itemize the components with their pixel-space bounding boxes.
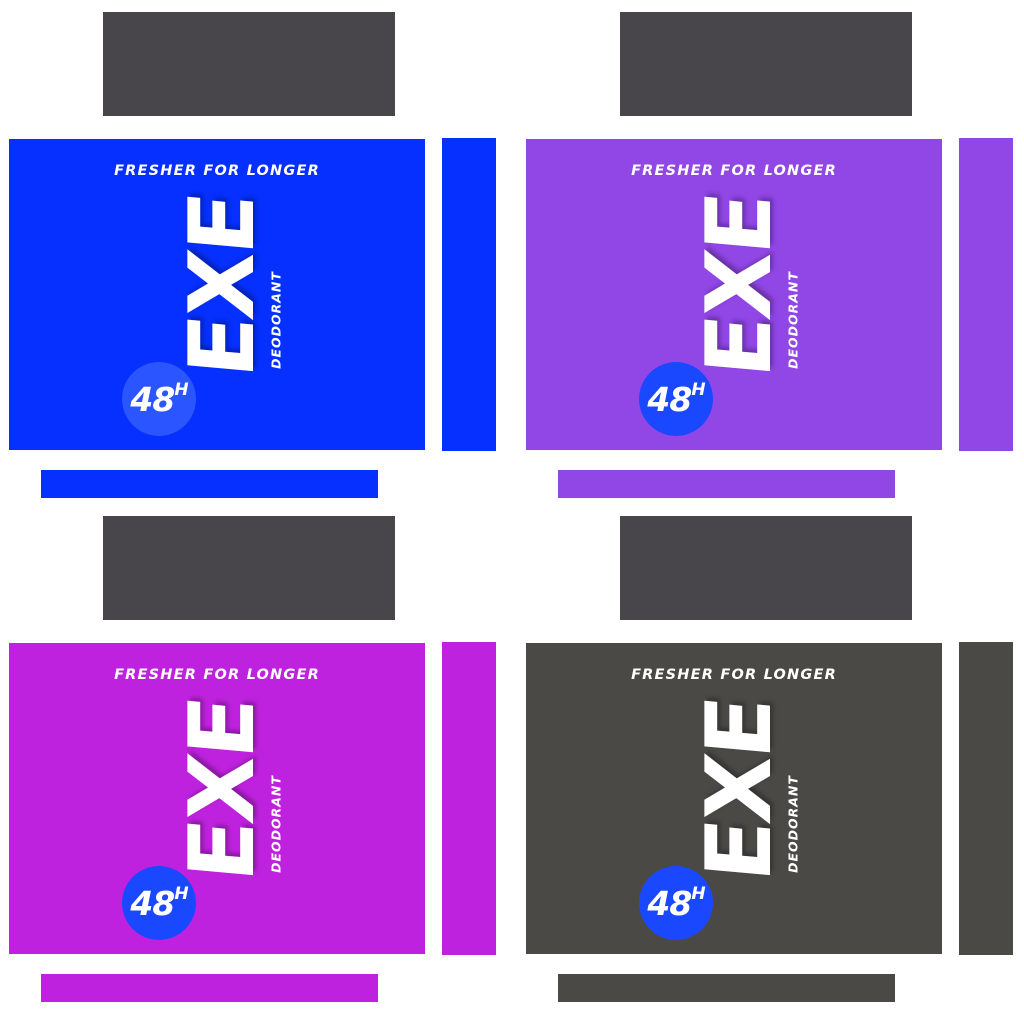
bottom-flap [41,974,378,1002]
box-dieline-blue: FRESHER FOR LONGER EXE DEODORANT 48H [0,0,512,512]
duration-badge: 48H [122,866,196,940]
tagline-text: FRESHER FOR LONGER [114,667,320,683]
brand-name: EXE [170,190,275,382]
badge-unit: H [691,379,705,400]
front-panel: FRESHER FOR LONGER EXE DEODORANT 48H [526,643,942,954]
badge-label: 48H [130,379,188,419]
front-panel: FRESHER FOR LONGER EXE DEODORANT 48H [526,139,942,450]
bottom-flap [41,470,378,498]
front-panel: FRESHER FOR LONGER EXE DEODORANT 48H [9,139,425,450]
side-panel [442,642,496,955]
top-lid-panel [620,516,912,620]
product-type-label: DEODORANT [264,775,288,873]
tagline-text: FRESHER FOR LONGER [114,163,320,179]
brand-logo: EXE [170,190,275,381]
front-panel: FRESHER FOR LONGER EXE DEODORANT 48H [9,643,425,954]
bottom-flap [558,974,895,1002]
product-type-label: DEODORANT [781,775,805,873]
badge-number: 48 [647,883,692,923]
tagline-text: FRESHER FOR LONGER [631,667,837,683]
product-type-text: DEODORANT [268,775,284,873]
product-type-label: DEODORANT [781,271,805,369]
product-type-text: DEODORANT [268,271,284,369]
duration-badge: 48H [639,362,713,436]
box-dieline-gray: FRESHER FOR LONGER EXE DEODORANT 48H [517,504,1024,1016]
duration-badge: 48H [639,866,713,940]
top-lid-panel [620,12,912,116]
box-dieline-purple: FRESHER FOR LONGER EXE DEODORANT 48H [517,0,1024,512]
brand-logo: EXE [687,694,792,885]
bottom-flap [558,470,895,498]
product-type-label: DEODORANT [264,271,288,369]
badge-unit: H [174,379,188,400]
product-type-text: DEODORANT [785,775,801,873]
top-lid-panel [103,12,395,116]
badge-unit: H [174,883,188,904]
top-lid-panel [103,516,395,620]
badge-number: 48 [647,379,692,419]
brand-logo: EXE [170,694,275,885]
brand-logo: EXE [687,190,792,381]
badge-number: 48 [130,883,175,923]
badge-number: 48 [130,379,175,419]
duration-badge: 48H [122,362,196,436]
box-dieline-magenta: FRESHER FOR LONGER EXE DEODORANT 48H [0,504,512,1016]
side-panel [442,138,496,451]
badge-unit: H [691,883,705,904]
badge-label: 48H [647,883,705,923]
product-type-text: DEODORANT [785,271,801,369]
side-panel [959,642,1013,955]
side-panel [959,138,1013,451]
badge-label: 48H [647,379,705,419]
brand-name: EXE [687,190,792,382]
brand-name: EXE [170,694,275,886]
badge-label: 48H [130,883,188,923]
tagline-text: FRESHER FOR LONGER [631,163,837,179]
brand-name: EXE [687,694,792,886]
